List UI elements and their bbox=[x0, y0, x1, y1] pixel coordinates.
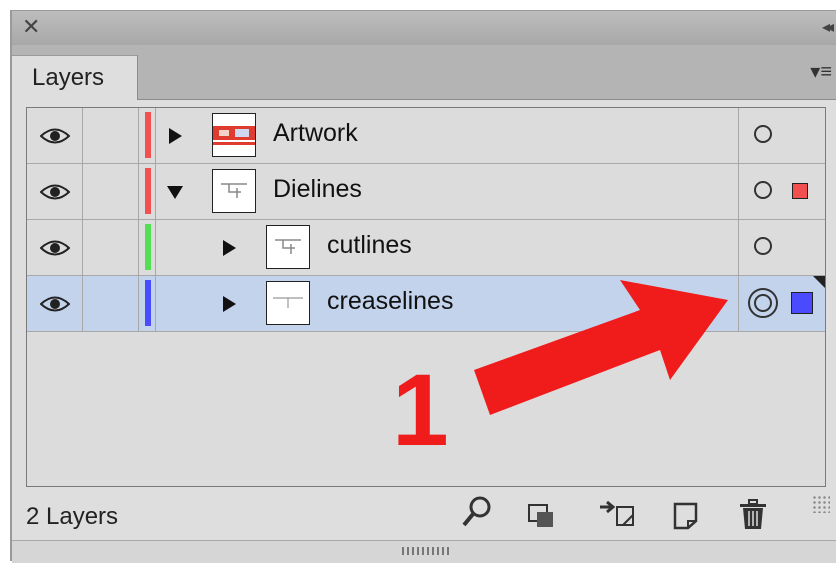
layer-name[interactable]: Artwork bbox=[273, 119, 358, 148]
visibility-toggle[interactable] bbox=[27, 108, 83, 163]
panel-menu-icon[interactable]: ▾≡ bbox=[810, 59, 832, 84]
layer-row-artwork[interactable]: Artwork bbox=[27, 108, 825, 164]
layer-row-cutlines[interactable]: cutlines bbox=[27, 220, 825, 276]
layer-thumbnail bbox=[212, 113, 256, 157]
eye-icon bbox=[39, 296, 70, 311]
lock-toggle[interactable] bbox=[83, 164, 139, 219]
layer-thumbnail bbox=[266, 281, 310, 325]
eye-icon bbox=[39, 128, 70, 143]
drag-grip-icon[interactable] bbox=[402, 547, 452, 555]
layer-name[interactable]: cutlines bbox=[327, 231, 412, 260]
panel-titlebar: ✕ ◂◂ bbox=[12, 11, 836, 46]
delete-icon[interactable] bbox=[738, 499, 768, 531]
expand-triangle-icon[interactable] bbox=[223, 296, 236, 312]
layer-name[interactable]: creaselines bbox=[327, 287, 453, 316]
eye-icon bbox=[39, 240, 70, 255]
expand-triangle-icon[interactable] bbox=[223, 240, 236, 256]
selection-indicator[interactable] bbox=[791, 292, 813, 314]
layer-count: 2 Layers bbox=[26, 503, 119, 530]
resize-grip-icon[interactable] bbox=[812, 495, 830, 513]
search-icon[interactable] bbox=[460, 495, 494, 529]
lock-toggle[interactable] bbox=[83, 220, 139, 275]
clipping-mask-icon[interactable] bbox=[527, 503, 557, 531]
annotation-arrow-icon bbox=[474, 280, 728, 415]
tab-layers[interactable]: Layers bbox=[12, 55, 138, 100]
annotation-number: 1 bbox=[392, 353, 449, 467]
target-selected-icon[interactable] bbox=[748, 288, 778, 318]
layer-color-bar bbox=[145, 112, 151, 158]
lock-toggle[interactable] bbox=[83, 276, 139, 331]
visibility-toggle[interactable] bbox=[27, 276, 83, 331]
visibility-toggle[interactable] bbox=[27, 164, 83, 219]
collapse-triangle-icon[interactable] bbox=[167, 186, 183, 199]
selection-indicator[interactable] bbox=[792, 183, 808, 199]
visibility-toggle[interactable] bbox=[27, 220, 83, 275]
target-icon[interactable] bbox=[754, 237, 772, 255]
layer-name[interactable]: Dielines bbox=[273, 175, 362, 204]
layer-color-bar bbox=[145, 168, 151, 214]
target-icon[interactable] bbox=[754, 125, 772, 143]
collapse-icon[interactable]: ◂◂ bbox=[822, 17, 834, 37]
move-to-layer-icon[interactable] bbox=[597, 501, 637, 529]
layer-color-bar bbox=[145, 280, 151, 326]
current-layer-indicator bbox=[813, 276, 825, 288]
panel-bottom-bar bbox=[12, 540, 836, 563]
tab-strip: Layers ▾≡ bbox=[12, 45, 836, 100]
expand-triangle-icon[interactable] bbox=[169, 128, 182, 144]
layer-thumbnail bbox=[266, 225, 310, 269]
layer-color-bar bbox=[145, 224, 151, 270]
layer-thumbnail bbox=[212, 169, 256, 213]
target-icon[interactable] bbox=[754, 181, 772, 199]
layer-row-dielines[interactable]: Dielines bbox=[27, 164, 825, 220]
lock-toggle[interactable] bbox=[83, 108, 139, 163]
close-icon[interactable]: ✕ bbox=[22, 15, 40, 39]
status-bar: 2 Layers bbox=[12, 489, 836, 539]
eye-icon bbox=[39, 184, 70, 199]
new-layer-icon[interactable] bbox=[672, 501, 700, 531]
